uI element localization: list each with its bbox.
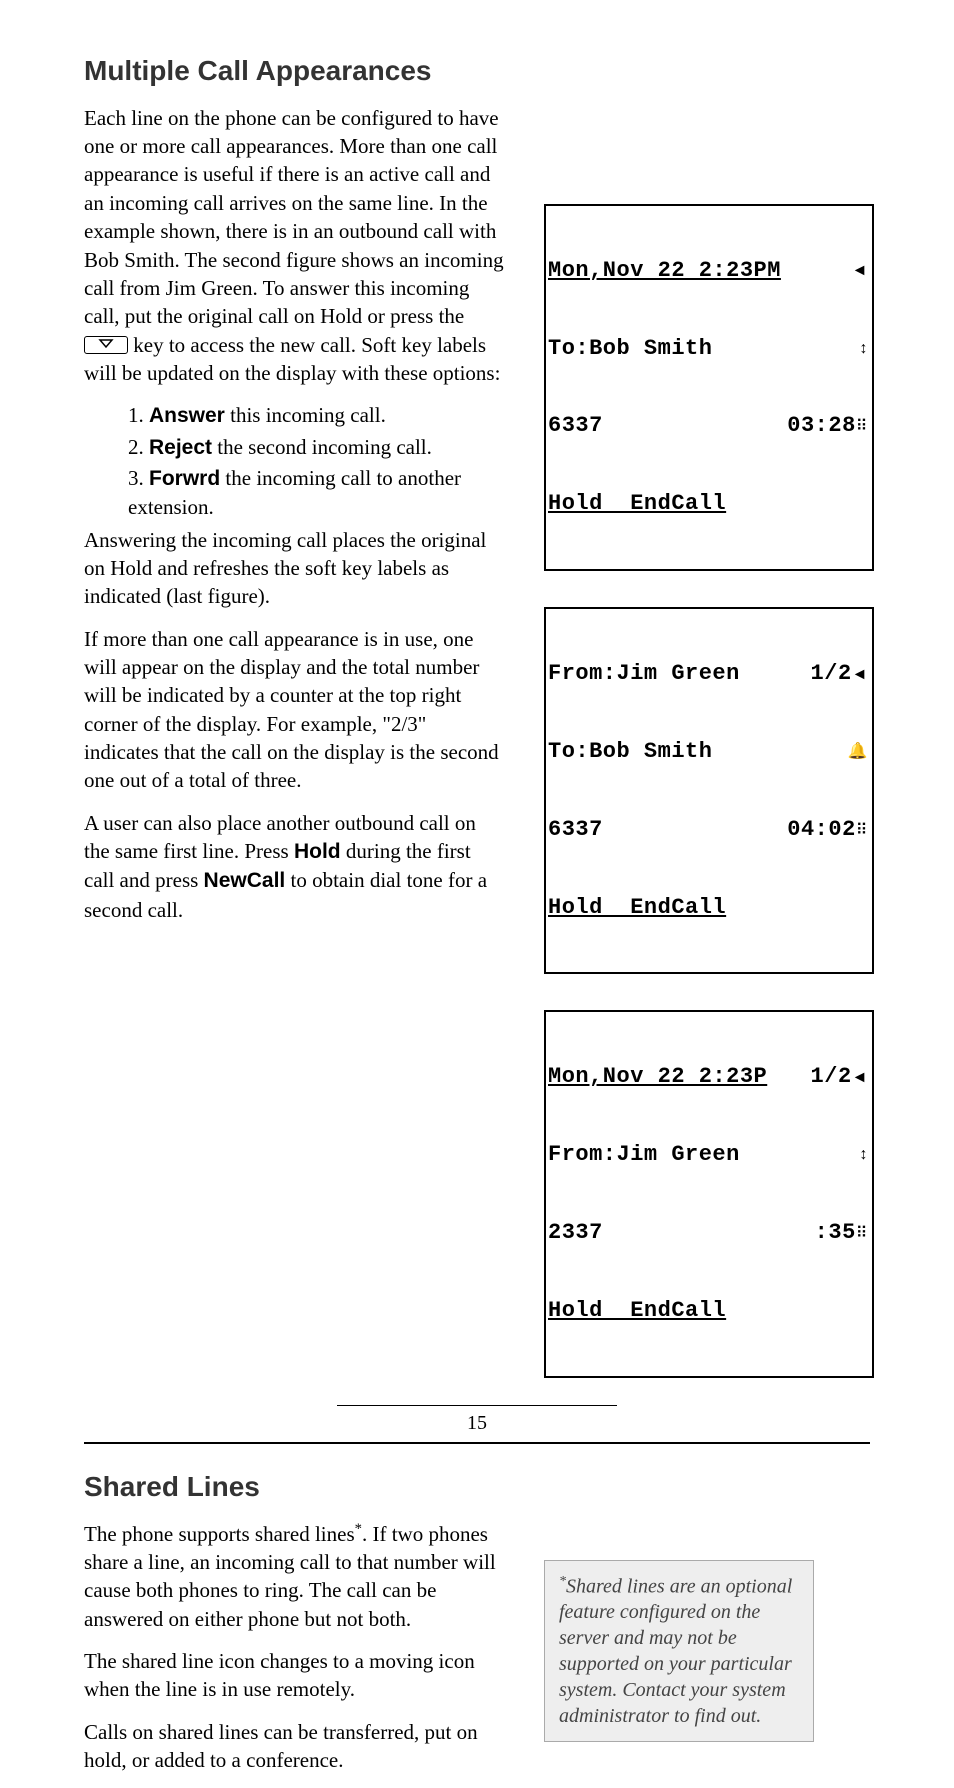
softkey-label: Reject — [149, 436, 212, 459]
text: The phone supports shared lines — [84, 1522, 355, 1546]
lcd-to-line: To:Bob Smith — [548, 336, 712, 362]
lcd-number: 6337 — [548, 413, 603, 439]
speaker-icon: ◄ — [852, 1069, 870, 1086]
softkey-label: Hold — [294, 840, 341, 863]
text: the second incoming call. — [212, 435, 432, 459]
text: key to access the new call. Soft key lab… — [84, 333, 500, 385]
lcd-softkeys: Hold EndCall — [548, 1298, 870, 1324]
keypad-icon: ⠿ — [856, 418, 870, 435]
footnote-marker: * — [355, 1521, 362, 1537]
lcd-softkeys: Hold EndCall — [548, 895, 870, 921]
lcd-counter: 1/2 — [811, 661, 852, 686]
page-number: 15 — [337, 1405, 617, 1437]
text: Each line on the phone can be configured… — [84, 106, 504, 328]
softkey-label: NewCall — [204, 869, 286, 892]
softkey-label: Answer — [149, 404, 225, 427]
list-item: 1. Answer this incoming call. — [128, 401, 504, 430]
heading-shared-lines: Shared Lines — [84, 1468, 870, 1506]
keypad-icon: ⠿ — [856, 822, 870, 839]
section-divider — [84, 1442, 870, 1444]
text: this incoming call. — [225, 403, 386, 427]
lcd-softkeys: Hold EndCall — [548, 491, 870, 517]
paragraph: If more than one call appearance is in u… — [84, 625, 504, 795]
lcd-display-1: Mon,Nov 22 2:23PM ◄ To:Bob Smith ↕ 6337 03:… — [544, 204, 874, 571]
lcd-from-line: From:Jim Green — [548, 1142, 740, 1168]
lcd-number: 2337 — [548, 1220, 603, 1246]
down-arrow-key-icon — [84, 336, 128, 354]
arrows-icon: ↕ — [860, 341, 871, 357]
paragraph: Answering the incoming call places the o… — [84, 526, 504, 611]
footnote-text: Shared lines are an optional feature con… — [559, 1575, 792, 1727]
list-item: 2. Reject the second incoming call. — [128, 433, 504, 462]
speaker-icon: ◄ — [852, 263, 870, 279]
lcd-timer: :35 — [815, 1220, 856, 1245]
list-number: 3. — [128, 466, 149, 490]
bell-icon: 🔔 — [848, 744, 870, 760]
lcd-from-line: From:Jim Green — [548, 661, 740, 687]
options-list: 1. Answer this incoming call. 2. Reject … — [84, 401, 504, 521]
arrows-icon: ↕ — [860, 1147, 871, 1163]
paragraph: The phone supports shared lines*. If two… — [84, 1520, 504, 1633]
paragraph: Calls on shared lines can be transferred… — [84, 1718, 504, 1775]
paragraph: Each line on the phone can be configured… — [84, 104, 504, 387]
list-number: 1. — [128, 403, 149, 427]
lcd-display-3: Mon,Nov 22 2:23P 1/2◄ From:Jim Green ↕ 233… — [544, 1010, 874, 1377]
footnote-marker: * — [559, 1574, 566, 1589]
lcd-to-line: To:Bob Smith — [548, 739, 712, 765]
lcd-number: 6337 — [548, 817, 603, 843]
keypad-icon: ⠿ — [856, 1225, 870, 1242]
softkey-label: Forwrd — [149, 467, 220, 490]
lcd-counter: 1/2 — [811, 1064, 852, 1089]
lcd-timer: 03:28 — [787, 413, 856, 438]
lcd-timer: 04:02 — [787, 817, 856, 842]
lcd-datetime: Mon,Nov 22 2:23P — [548, 1064, 767, 1090]
lcd-display-2: From:Jim Green 1/2◄ To:Bob Smith 🔔 6337 04:… — [544, 607, 874, 974]
paragraph: A user can also place another outbound c… — [84, 809, 504, 924]
lcd-datetime: Mon,Nov 22 2:23PM — [548, 258, 781, 284]
list-number: 2. — [128, 435, 149, 459]
paragraph: The shared line icon changes to a moving… — [84, 1647, 504, 1704]
list-item: 3. Forwrd the incoming call to another e… — [128, 464, 504, 522]
speaker-icon: ◄ — [852, 666, 870, 683]
footnote-box: *Shared lines are an optional feature co… — [544, 1560, 814, 1743]
heading-multiple-call-appearances: Multiple Call Appearances — [84, 52, 870, 90]
